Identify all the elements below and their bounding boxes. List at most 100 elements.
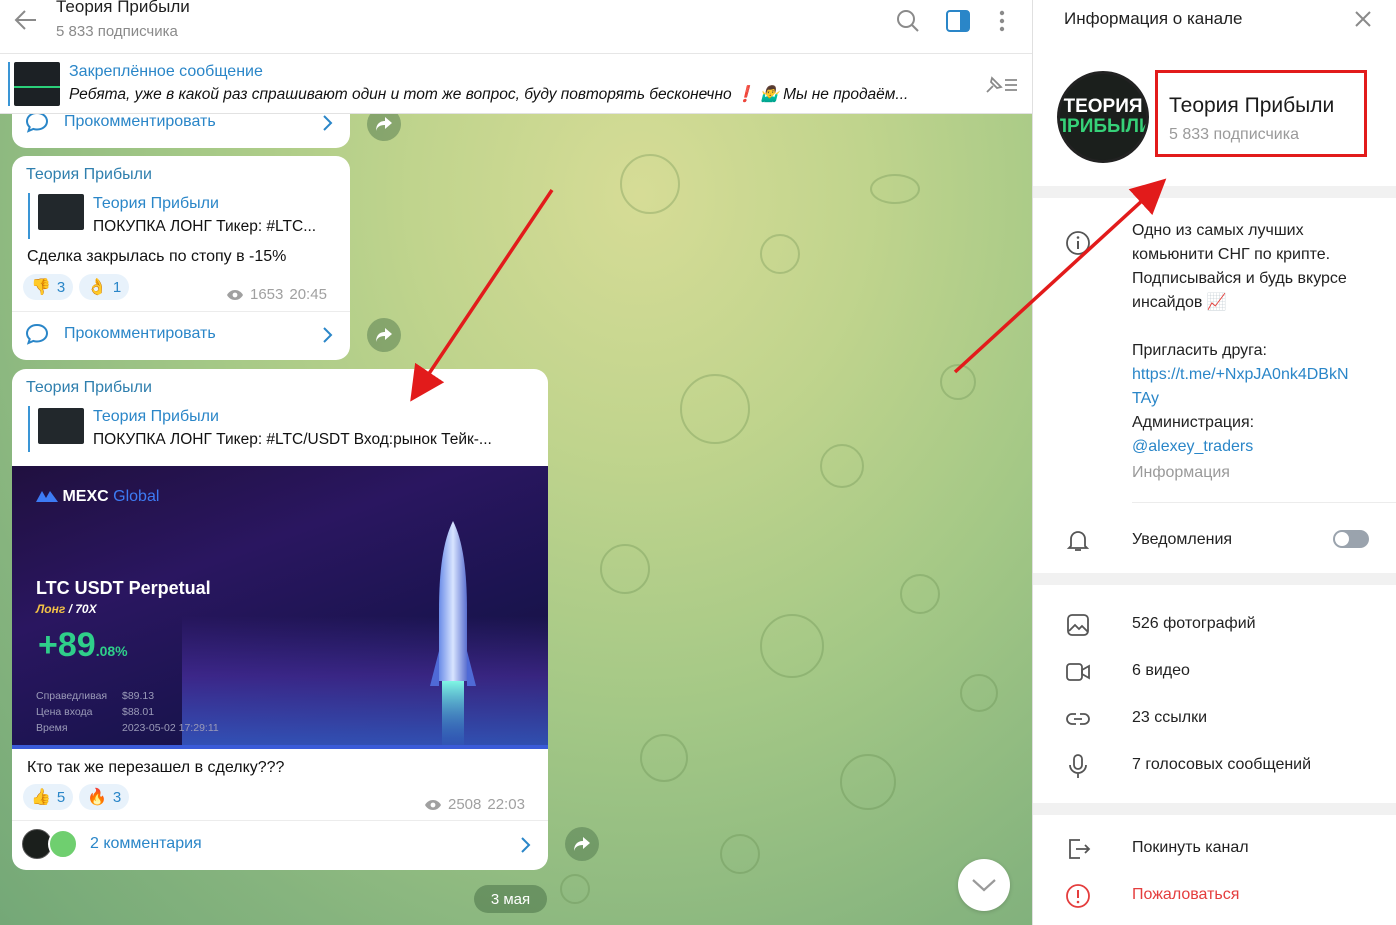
commenter-avatar <box>48 829 78 859</box>
comment-label: Прокомментировать <box>64 325 216 342</box>
reaction-emoji: 👌 <box>87 279 107 296</box>
media-voice[interactable]: 7 голосовых сообщений <box>1132 756 1311 774</box>
admin-link[interactable]: @alexey_traders <box>1132 435 1253 459</box>
reaction-chip[interactable]: 👍 5 <box>23 784 74 810</box>
comment-label: Прокомментировать <box>64 113 216 130</box>
message-meta: 2508 22:03 <box>424 796 525 813</box>
channel-avatar[interactable]: ТЕОРИЯ ПРИБЫЛИ <box>1057 71 1149 163</box>
trade-detail-row: Время 2023-05-02 17:29:11 <box>36 722 219 734</box>
photo-icon <box>1067 614 1089 636</box>
reaction-emoji: 👍 <box>31 789 51 806</box>
divider <box>1132 502 1396 503</box>
city-graphic <box>182 616 548 749</box>
message-time: 22:03 <box>487 796 525 813</box>
trade-detail-row: Цена входа $88.01 <box>36 706 155 718</box>
info-caption: Информация <box>1132 464 1230 481</box>
channel-description-line: Одно из самых лучших <box>1132 222 1304 239</box>
comment-button[interactable]: Прокомментировать <box>24 322 216 346</box>
pinned-list-icon[interactable] <box>983 74 1019 96</box>
pinned-label: Закреплённое сообщение <box>69 63 263 80</box>
pnl-main: +89 <box>38 626 96 664</box>
share-button[interactable] <box>367 318 401 352</box>
chevron-down-icon <box>972 879 996 892</box>
exchange-sub: Global <box>113 488 160 505</box>
chat-title[interactable]: Теория Прибыли <box>56 0 190 17</box>
reaction-emoji: 🔥 <box>87 789 107 806</box>
reaction-emoji: 👎 <box>31 279 51 296</box>
channel-description-line: Подписывайся и будь вкурсе <box>1132 270 1347 287</box>
leave-channel-button[interactable]: Покинуть канал <box>1132 839 1249 857</box>
view-count: 2508 <box>448 796 482 813</box>
mexc-logo-icon <box>36 491 58 502</box>
back-arrow-icon[interactable] <box>12 6 40 34</box>
media-photos[interactable]: 526 фотографий <box>1132 615 1256 633</box>
trade-pair: LTC USDT Perpetual <box>36 578 211 598</box>
share-icon <box>376 117 392 131</box>
share-button[interactable] <box>565 827 599 861</box>
more-vertical-icon[interactable] <box>989 8 1015 34</box>
notifications-toggle[interactable] <box>1333 530 1369 548</box>
chat-header: Теория Прибыли 5 833 подписчика <box>0 0 1032 54</box>
invite-link-continued[interactable]: TAy <box>1132 387 1159 411</box>
forward-source-name[interactable]: Теория Прибыли <box>93 195 219 213</box>
channel-name: Теория Прибыли <box>1169 94 1335 117</box>
channel-name[interactable]: Теория Прибыли <box>26 379 152 397</box>
avatar-text: ТЕОРИЯ <box>1063 96 1143 117</box>
forward-source-name[interactable]: Теория Прибыли <box>93 408 219 426</box>
channel-description-line: инсайдов 📈 <box>1132 294 1227 311</box>
forward-bar <box>28 193 30 239</box>
link-icon <box>1066 713 1090 725</box>
reaction-chip[interactable]: 👌 1 <box>79 274 130 300</box>
comments-button[interactable]: 2 комментария <box>22 829 202 859</box>
channel-name[interactable]: Теория Прибыли <box>26 166 152 184</box>
scroll-down-button[interactable] <box>958 859 1010 911</box>
trade-screenshot-image[interactable]: MEXC Global LTC USDT Perpetual Лонг / 70… <box>12 466 548 749</box>
reaction-count: 3 <box>56 278 66 296</box>
report-button[interactable]: Пожаловаться <box>1132 886 1239 904</box>
section-separator <box>1033 573 1396 585</box>
pinned-text: Ребята, уже в какой раз спрашивают один … <box>69 86 909 103</box>
reaction-chip[interactable]: 👎 3 <box>23 274 74 300</box>
channel-description-line: комьюнити СНГ по крипте. <box>1132 246 1331 263</box>
eye-icon <box>227 289 243 300</box>
search-icon[interactable] <box>895 8 921 34</box>
invite-link[interactable]: https://t.me/+NxpJA0nk4DBkN <box>1132 363 1349 387</box>
leave-icon <box>1069 839 1091 859</box>
reaction-chip[interactable]: 🔥 3 <box>79 784 130 810</box>
channel-info-panel: Информация о канале ТЕОРИЯ ПРИБЫЛИ Теори… <box>1032 0 1396 925</box>
sidebar-toggle-icon[interactable] <box>945 8 971 34</box>
image-bottom-strip <box>12 745 548 749</box>
reaction-count: 3 <box>112 788 122 806</box>
forward-thumbnail[interactable] <box>38 194 84 230</box>
pinned-bar <box>8 62 10 106</box>
comments-label: 2 комментария <box>90 835 202 852</box>
panel-title: Информация о канале <box>1064 9 1243 28</box>
media-links[interactable]: 23 ссылки <box>1132 709 1207 727</box>
trade-side: Лонг / 70X <box>36 602 97 616</box>
divider <box>12 820 548 821</box>
notifications-label: Уведомления <box>1132 531 1233 548</box>
media-videos[interactable]: 6 видео <box>1132 662 1190 680</box>
forward-preview-text: ПОКУПКА ЛОНГ Тикер: #LTC/USDT Вход:рынок… <box>93 431 492 448</box>
video-icon <box>1066 663 1090 681</box>
reaction-count: 1 <box>112 278 122 296</box>
pnl-fraction: .08% <box>95 643 128 659</box>
close-icon[interactable] <box>1353 9 1373 29</box>
info-icon <box>1066 231 1090 255</box>
trade-side-label: Лонг <box>36 602 66 616</box>
chat-subscribers: 5 833 подписчика <box>56 23 178 40</box>
pinned-message[interactable]: Закреплённое сообщение Ребята, уже в как… <box>0 54 1032 114</box>
toggle-knob <box>1335 532 1349 546</box>
chevron-right-icon <box>323 115 333 131</box>
divider <box>12 311 350 312</box>
forward-thumbnail[interactable] <box>38 408 84 444</box>
comment-icon <box>25 323 49 345</box>
chevron-right-icon <box>521 837 531 853</box>
trade-pnl: +89.08% <box>38 626 128 665</box>
forward-preview-text: ПОКУПКА ЛОНГ Тикер: #LTC... <box>93 218 317 235</box>
share-icon <box>574 837 590 851</box>
report-icon <box>1066 884 1090 908</box>
forward-bar <box>28 406 30 452</box>
message-time: 20:45 <box>289 286 327 303</box>
admin-label: Администрация: <box>1132 414 1255 431</box>
